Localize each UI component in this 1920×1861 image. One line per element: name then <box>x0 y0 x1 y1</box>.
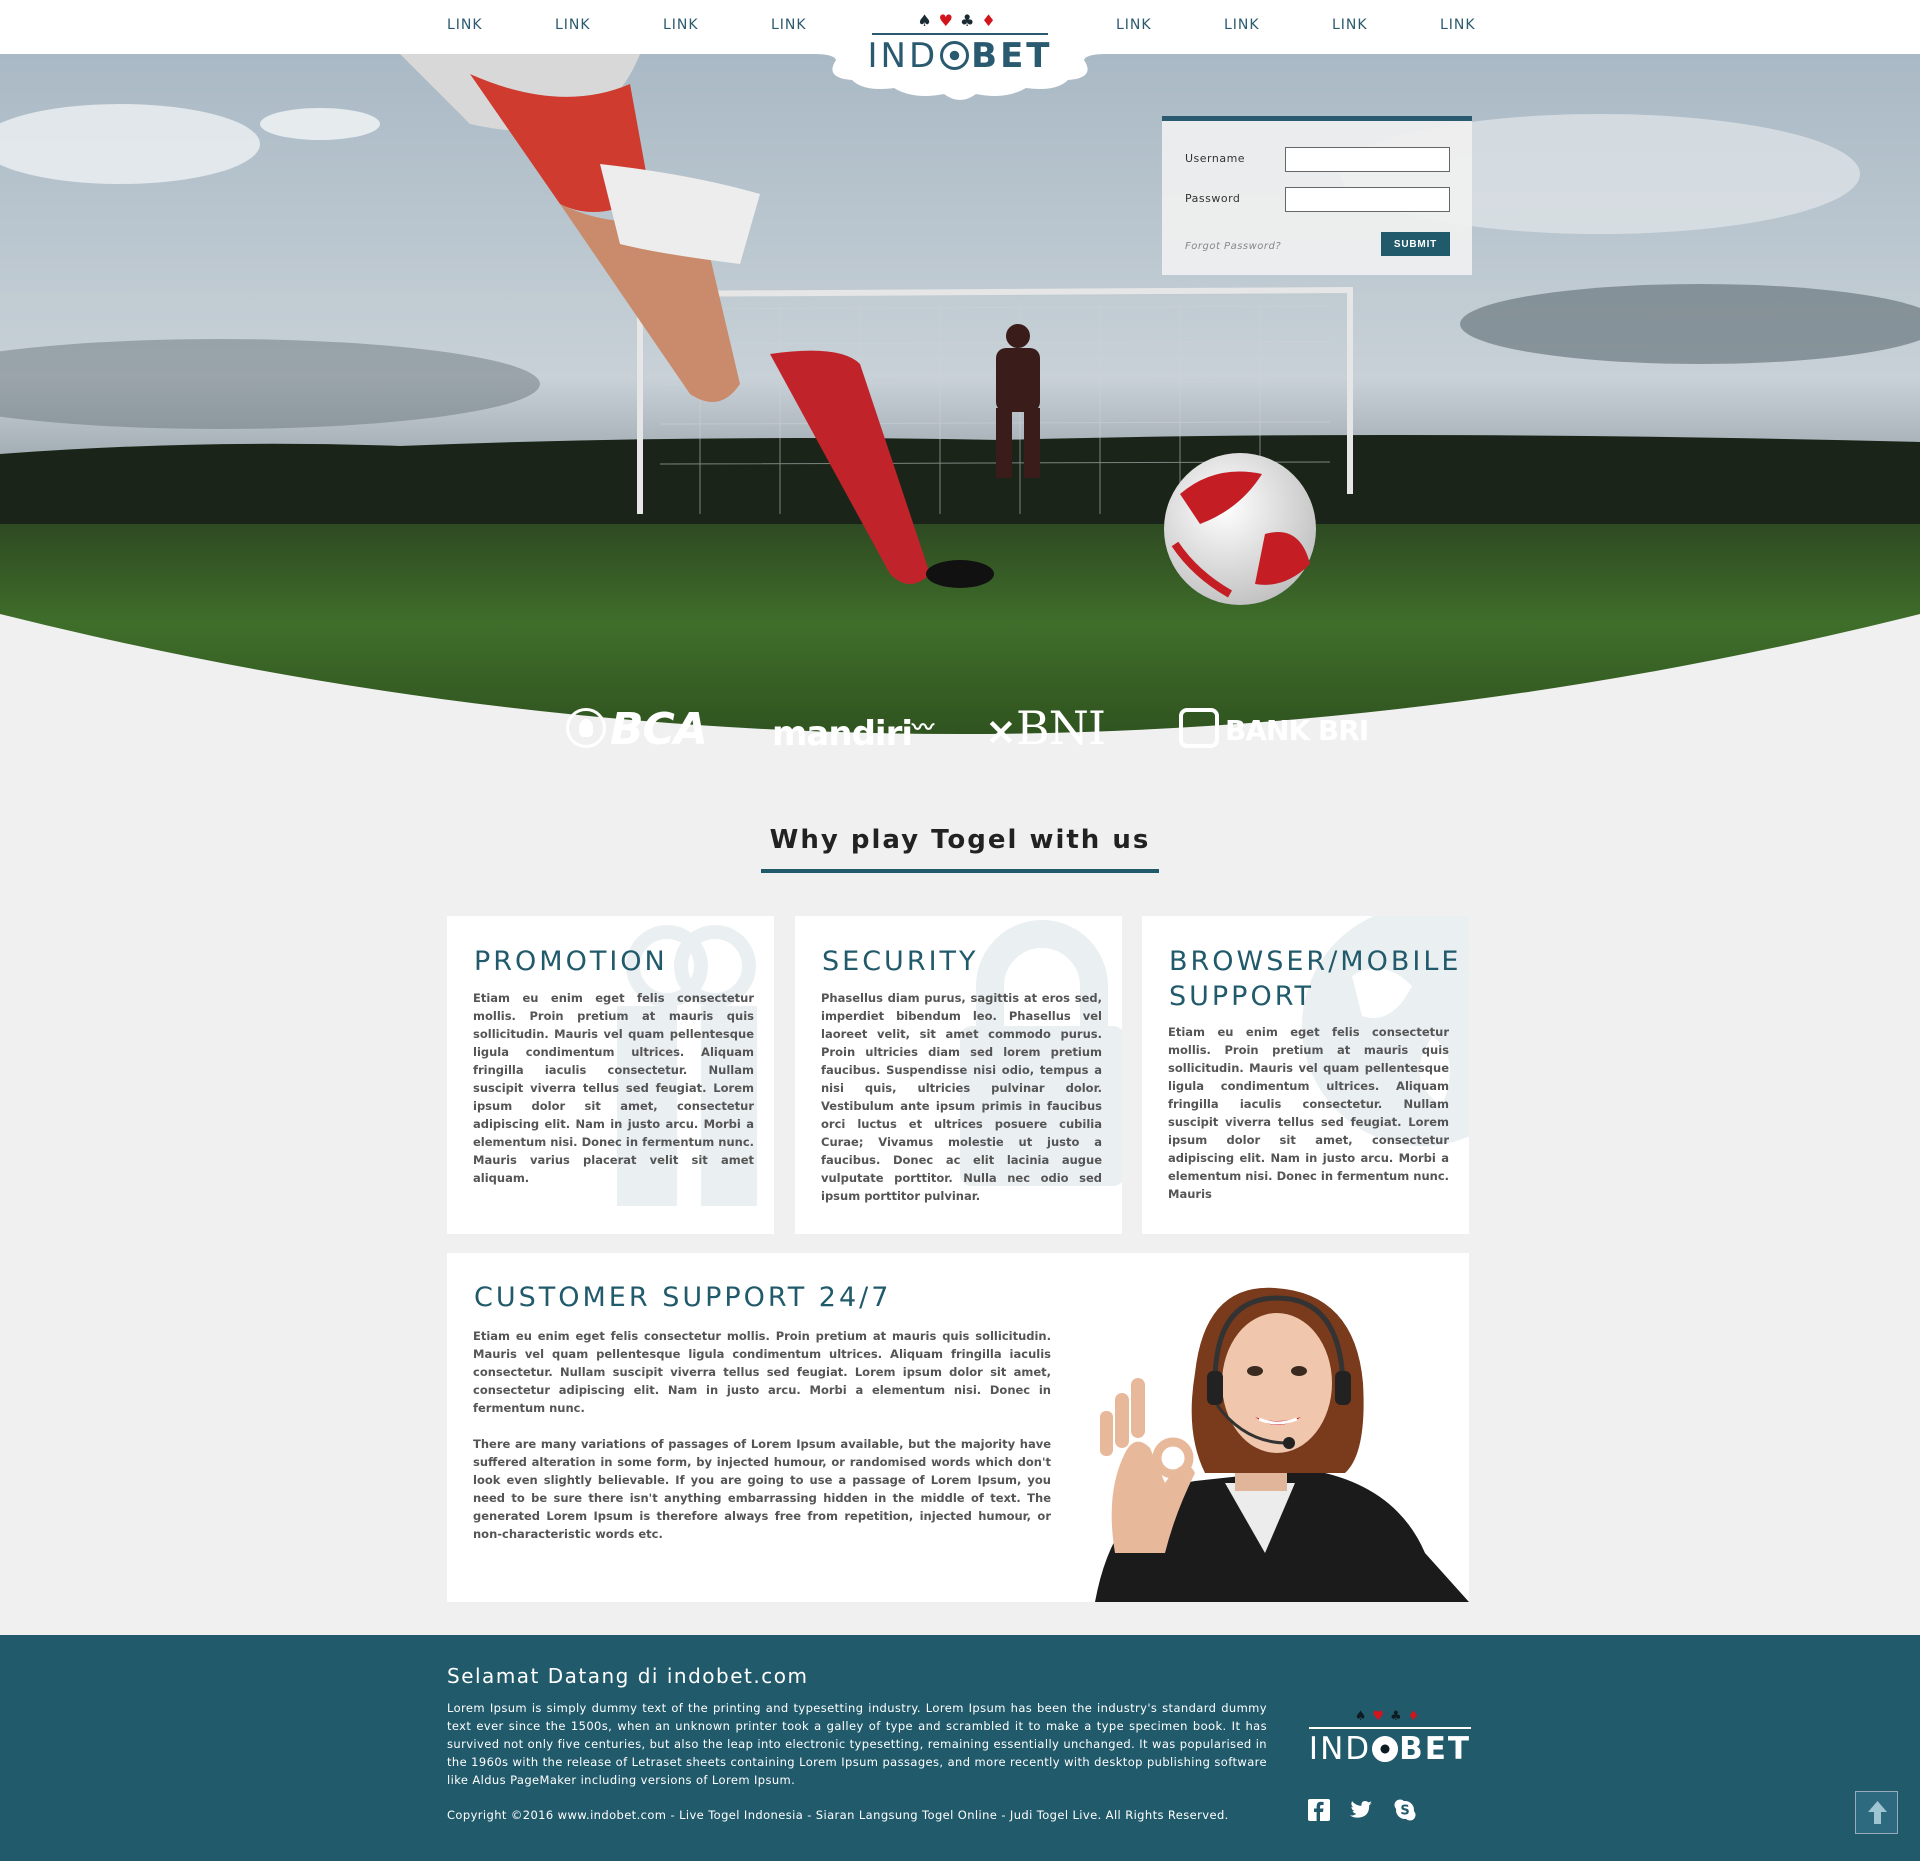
password-label: Password <box>1185 192 1241 205</box>
password-input[interactable] <box>1285 187 1450 212</box>
logo-rule <box>1309 1727 1471 1729</box>
skype-icon[interactable]: S <box>1393 1798 1417 1822</box>
forgot-password-link[interactable]: Forgot Password? <box>1185 241 1281 252</box>
footer-text: Lorem Ipsum is simply dummy text of the … <box>447 1701 1267 1787</box>
nav-link-1[interactable]: LINK <box>447 17 483 33</box>
logo-suits: ♠♥♣♦ <box>917 11 1003 30</box>
support-agent-image <box>1095 1287 1469 1602</box>
support-paragraph-1: Etiam eu enim eget felis consectetur mol… <box>473 1329 1051 1415</box>
submit-button[interactable]: SUBMIT <box>1381 232 1450 256</box>
logo-wordmark: IND BET <box>1308 1731 1472 1767</box>
bca-emblem-icon <box>566 708 606 748</box>
twitter-icon[interactable] <box>1349 1798 1373 1822</box>
logo-rule <box>872 33 1048 35</box>
mandiri-wave-icon: 〰 <box>912 716 934 741</box>
copyright-text: Copyright ©2016 www.indobet.com - Live T… <box>447 1808 1229 1822</box>
section-title: Why play Togel with us <box>769 825 1151 855</box>
nav-link-7[interactable]: LINK <box>1332 17 1368 33</box>
footer-brand-logo[interactable]: ♠♥♣♦ IND BET <box>1305 1709 1475 1779</box>
card-title: BROWSER/MOBILE SUPPORT <box>1169 946 1462 1012</box>
card-title: PROMOTION <box>474 946 668 977</box>
brand-logo[interactable]: ♠♥♣♦ IND BET <box>814 0 1106 106</box>
hero-banner: BCA mandiri〰 ⨯BNI BANK BRI <box>0 54 1920 774</box>
nav-link-4[interactable]: LINK <box>771 17 807 33</box>
facebook-icon[interactable] <box>1307 1798 1331 1822</box>
back-to-top-button[interactable] <box>1855 1791 1898 1834</box>
bank-logo-bri: BANK BRI <box>1179 708 1369 748</box>
logo-suits: ♠♥♣♦ <box>1354 1709 1426 1724</box>
card-text: Etiam eu enim eget felis consectetur mol… <box>473 991 754 1185</box>
support-title: CUSTOMER SUPPORT 24/7 <box>474 1282 892 1313</box>
soccer-ball-icon <box>1372 1736 1399 1762</box>
username-label: Username <box>1185 152 1246 165</box>
username-input[interactable] <box>1285 147 1450 172</box>
nav-link-2[interactable]: LINK <box>555 17 591 33</box>
browser-mobile-support-card: BROWSER/MOBILE SUPPORT Etiam eu enim ege… <box>1142 916 1469 1234</box>
card-text: Phasellus diam purus, sagittis at eros s… <box>821 991 1102 1203</box>
nav-link-5[interactable]: LINK <box>1116 17 1152 33</box>
bank-logo-bca: BCA <box>566 704 708 755</box>
soccer-ball-icon <box>940 41 970 70</box>
logo-wordmark: IND BET <box>867 36 1053 76</box>
footer-heading: Selamat Datang di indobet.com <box>447 1664 809 1688</box>
section-title-underline <box>761 869 1159 873</box>
bni-emblem-icon: ⨯ <box>985 709 1017 753</box>
site-footer: Selamat Datang di indobet.com Lorem Ipsu… <box>0 1635 1920 1861</box>
nav-link-3[interactable]: LINK <box>663 17 699 33</box>
login-panel: Username Password Forgot Password? SUBMI… <box>1162 116 1472 275</box>
card-title: SECURITY <box>822 946 979 977</box>
bank-logo-mandiri: mandiri〰 <box>772 714 934 754</box>
hero-curve-mask <box>0 614 1920 774</box>
card-text: Etiam eu enim eget felis consectetur mol… <box>1168 1025 1449 1201</box>
nav-link-8[interactable]: LINK <box>1440 17 1476 33</box>
bank-logo-bni: ⨯BNI <box>985 701 1106 755</box>
promotion-card: PROMOTION Etiam eu enim eget felis conse… <box>447 916 774 1234</box>
support-paragraph-2: There are many variations of passages of… <box>473 1437 1051 1541</box>
security-card: SECURITY Phasellus diam purus, sagittis … <box>795 916 1122 1234</box>
bri-emblem-icon <box>1179 708 1219 748</box>
nav-link-6[interactable]: LINK <box>1224 17 1260 33</box>
svg-text:S: S <box>1400 1804 1409 1819</box>
customer-support-panel: CUSTOMER SUPPORT 24/7 Etiam eu enim eget… <box>447 1253 1469 1602</box>
arrow-up-icon <box>1868 1801 1887 1824</box>
